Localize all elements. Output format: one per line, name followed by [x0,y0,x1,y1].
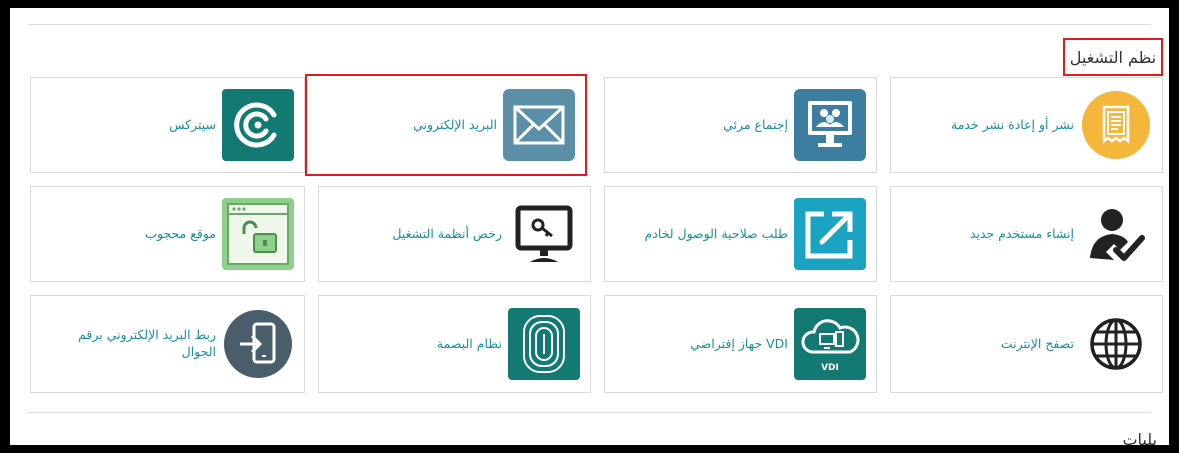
globe-icon [1080,308,1152,380]
divider [28,412,1151,413]
tile-create-user[interactable]: إنشاء مستخدم جديد [890,186,1163,282]
receipt-icon [1080,89,1152,161]
envelope-icon [503,89,575,161]
tile-label: طلب صلاحية الوصول لخادم [644,225,788,241]
tile-label: موقع محجوب [145,225,216,241]
citrix-icon [222,89,294,161]
next-section-title: بلبات [1122,430,1157,445]
fingerprint-icon [508,308,580,380]
tile-fingerprint[interactable]: نظام البصمة [318,295,591,393]
unlocked-browser-icon [222,198,294,270]
tile-server-access[interactable]: طلب صلاحية الوصول لخادم [604,186,877,282]
section-title-highlighted: نظم التشغيل [1063,38,1163,76]
user-check-icon [1080,198,1152,270]
tile-label: نظام البصمة [436,335,502,351]
monitor-key-icon [508,198,580,270]
tile-label: إجتماع مرئي [723,116,788,132]
external-link-icon [794,198,866,270]
tile-video-meeting[interactable]: إجتماع مرئي [604,77,877,173]
tile-label: ربط البريد الإلكتروني برقم الجوال [78,327,216,359]
section-title: نظم التشغيل [1069,47,1157,67]
tile-citrix[interactable]: سيتركس [30,77,305,173]
tile-publish-service[interactable]: نشر أو إعادة نشر خدمة [890,77,1163,173]
tile-label: رخص أنظمة التشغيل [392,225,502,241]
divider [28,24,1151,25]
phone-link-icon [222,308,294,380]
vdi-text: VDI [821,363,839,373]
services-panel: نظم التشغيل نشر أو إعادة نشر خدمة إجتماع… [10,8,1169,445]
tile-label: VDI جهاز إفتراضي [690,335,788,351]
tile-vdi[interactable]: VDI VDI جهاز إفتراضي [604,295,877,393]
tile-os-licenses[interactable]: رخص أنظمة التشغيل [318,186,591,282]
tile-label: سيتركس [169,116,216,132]
tile-label: تصفح الإنترنت [1000,335,1074,351]
tile-blocked-site[interactable]: موقع محجوب [30,186,305,282]
tile-email-phone-link[interactable]: ربط البريد الإلكتروني برقم الجوال [30,295,305,393]
tile-browse-internet[interactable]: تصفح الإنترنت [890,295,1163,393]
tile-label: البريد الإلكتروني [413,116,497,132]
video-meeting-icon [794,89,866,161]
tile-email[interactable]: البريد الإلكتروني [305,74,587,176]
tile-label: إنشاء مستخدم جديد [969,225,1074,241]
tile-label: نشر أو إعادة نشر خدمة [951,116,1074,132]
vdi-cloud-icon: VDI [794,308,866,380]
